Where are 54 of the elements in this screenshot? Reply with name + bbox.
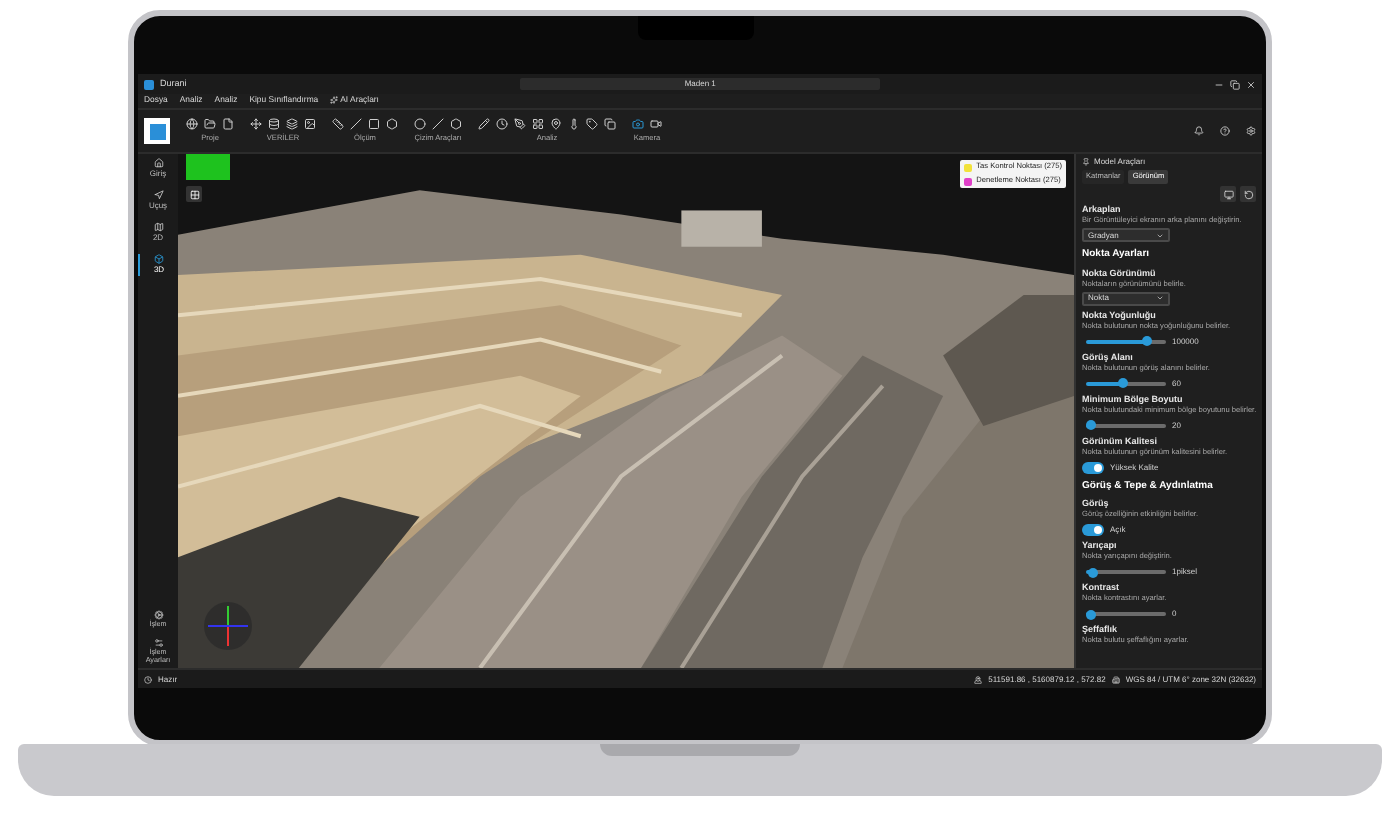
pen-icon[interactable] — [514, 117, 526, 130]
slider-thumb[interactable] — [1085, 609, 1096, 619]
grid-icon — [189, 189, 199, 199]
cube-icon — [154, 254, 164, 264]
axis-gizmo-icon — [202, 600, 254, 652]
clock-icon — [144, 675, 152, 683]
camera-notch — [638, 16, 754, 40]
reset-button[interactable] — [1240, 186, 1256, 202]
file-icon[interactable] — [222, 117, 234, 130]
sparkles-icon — [330, 96, 339, 105]
settings-icon[interactable] — [1246, 126, 1256, 136]
square-icon[interactable] — [368, 117, 380, 130]
clock-icon[interactable] — [496, 117, 508, 130]
layers-icon[interactable] — [286, 117, 298, 130]
pin-icon[interactable] — [550, 117, 562, 130]
tag-icon[interactable] — [586, 117, 598, 130]
slider-thumb[interactable] — [1141, 336, 1151, 346]
copy-icon[interactable] — [604, 117, 616, 130]
slider-thumb[interactable] — [1117, 378, 1127, 388]
grid-icon[interactable] — [532, 117, 544, 130]
monitor-button[interactable] — [1220, 186, 1236, 202]
bell-icon[interactable] — [1194, 126, 1204, 136]
view-toggle-button[interactable] — [186, 186, 202, 202]
restore-icon[interactable] — [1230, 79, 1240, 89]
slider-thumb[interactable] — [1085, 420, 1095, 430]
home-icon — [153, 158, 163, 168]
pin-icon — [1082, 158, 1090, 166]
line-icon[interactable] — [432, 117, 444, 130]
hexagon-icon[interactable] — [386, 117, 398, 130]
minimap-thumbnail — [186, 154, 230, 180]
sliders-icon — [153, 638, 163, 648]
folder-icon[interactable] — [204, 117, 216, 130]
line-icon[interactable] — [350, 117, 362, 130]
camera-icon[interactable] — [632, 117, 644, 130]
app-logo-icon — [144, 79, 154, 89]
navigation-icon — [153, 190, 163, 200]
ruler-icon[interactable] — [332, 117, 344, 130]
database-icon[interactable] — [268, 117, 280, 130]
toggle-switch[interactable] — [1082, 524, 1104, 536]
pencil-icon[interactable] — [478, 117, 490, 130]
image-icon[interactable] — [304, 117, 316, 130]
help-icon[interactable] — [1220, 126, 1230, 136]
circle-icon[interactable] — [414, 117, 426, 130]
hexagon-icon[interactable] — [450, 117, 462, 130]
minimize-icon[interactable] — [1214, 79, 1224, 89]
cog-icon — [153, 610, 163, 620]
reset-icon — [1243, 189, 1253, 199]
video-icon[interactable] — [650, 117, 662, 130]
slider-thumb[interactable] — [1087, 567, 1098, 577]
move-icon[interactable] — [250, 117, 262, 130]
app-logo — [144, 118, 170, 144]
toggle-switch[interactable] — [1082, 461, 1104, 473]
monitor-icon — [1223, 189, 1233, 199]
map-icon — [153, 222, 163, 232]
